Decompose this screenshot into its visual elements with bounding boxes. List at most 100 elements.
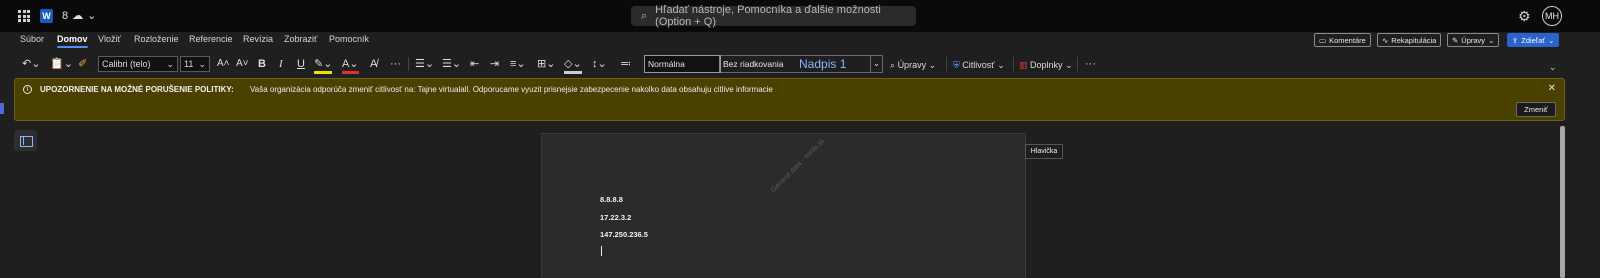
change-sensitivity-button[interactable]: Zmeniť — [1516, 102, 1556, 117]
tab-file[interactable]: Súbor — [20, 34, 44, 44]
underline-icon[interactable]: U — [297, 57, 305, 71]
clear-format-icon[interactable]: A̸ — [370, 57, 377, 71]
ribbon-toolbar: ↶⌄ 📋⌄ ✐ Calibri (telo) ⌄ 11 ⌄ A˄ A˅ B I … — [0, 51, 1600, 76]
chevron-down-icon: ⌄ — [1488, 35, 1495, 45]
sensitivity-button[interactable]: ⛨ Citlivosť ⌄ — [953, 58, 1005, 72]
recap-label: Rekapitulácia — [1391, 35, 1437, 45]
paragraph-mark-icon[interactable]: ≕ — [620, 57, 631, 71]
comment-icon: ▭ — [1319, 35, 1327, 45]
font-size-select[interactable]: 11 ⌄ — [180, 56, 210, 72]
banner-title: UPOZORNENIE NA MOŽNÉ PORUŠENIE POLITIKY: — [40, 85, 234, 94]
bullets-icon[interactable]: ☰⌄ — [415, 57, 434, 71]
separator — [408, 57, 409, 71]
undo-icon[interactable]: ↶⌄ — [22, 57, 40, 71]
title-bar: W 8 ☁ ⌄ ⌕ Hľadať nástroje, Pomocníka a ď… — [0, 0, 1600, 32]
chevron-down-icon: ⌄ — [1548, 35, 1555, 45]
cloud-sync-icon: ☁ — [72, 10, 84, 22]
share-label: Zdieľať — [1521, 35, 1546, 45]
chevron-down-icon: ⌄ — [928, 60, 937, 70]
separator — [1077, 57, 1078, 71]
more-options-icon[interactable]: ··· — [1085, 57, 1096, 71]
borders-icon[interactable]: ⊞⌄ — [537, 57, 555, 71]
watermark: General data - minfo.sk — [770, 137, 827, 194]
navigation-pane-icon[interactable] — [14, 130, 37, 151]
info-icon: i — [23, 85, 32, 94]
find-label: Úpravy — [897, 60, 927, 70]
policy-warning-banner: i UPOZORNENIE NA MOŽNÉ PORUŠENIE POLITIK… — [14, 78, 1565, 121]
share-button[interactable]: ⇪ Zdieľať ⌄ — [1507, 33, 1560, 47]
recap-button[interactable]: ∿ Rekapitulácia — [1377, 33, 1442, 47]
recap-icon: ∿ — [1382, 35, 1389, 45]
addins-button[interactable]: ▥ Doplnky ⌄ — [1019, 58, 1073, 72]
text-cursor — [601, 246, 602, 256]
shading-icon[interactable]: ◇⌄ — [564, 57, 582, 74]
highlight-icon[interactable]: ✎⌄ — [314, 57, 333, 74]
tab-insert[interactable]: Vložiť — [98, 34, 121, 44]
bold-icon[interactable]: B — [258, 57, 266, 71]
italic-icon[interactable]: I — [279, 57, 283, 71]
comments-label: Komentáre — [1329, 35, 1366, 45]
word-logo-icon: W — [40, 9, 53, 23]
chevron-down-icon: ⌄ — [87, 10, 97, 22]
document-name[interactable]: 8 ☁ ⌄ — [62, 9, 97, 23]
shrink-font-icon[interactable]: A˅ — [236, 57, 249, 71]
chevron-down-icon: ⌄ — [198, 59, 206, 69]
font-color-icon[interactable]: A⌄ — [342, 57, 359, 74]
document-page[interactable]: General data - minfo.sk 8.8.8.8 17.22.3.… — [541, 133, 1026, 278]
find-editing-button[interactable]: ⌕ Úpravy ⌄ — [890, 58, 936, 72]
tab-layout[interactable]: Rozloženie — [134, 34, 179, 44]
search-placeholder: Hľadať nástroje, Pomocníka a ďalšie možn… — [655, 4, 881, 28]
search-icon: ⌕ — [890, 60, 896, 70]
style-no-spacing[interactable]: Bez riadkovania — [723, 56, 783, 72]
tab-view[interactable]: Zobraziť — [284, 34, 317, 44]
align-icon[interactable]: ≡⌄ — [510, 57, 526, 71]
document-line: 17.22.3.2 — [600, 213, 632, 222]
tab-help[interactable]: Pomocník — [329, 34, 369, 44]
document-line: 8.8.8.8 — [600, 195, 623, 204]
left-edge-indicator — [0, 103, 4, 114]
pencil-icon: ✎ — [1452, 35, 1459, 45]
header-tooltip: Hlavička — [1025, 144, 1063, 159]
comments-button[interactable]: ▭ Komentáre — [1314, 33, 1371, 47]
more-font-icon[interactable]: ··· — [390, 57, 401, 71]
styles-expand-icon[interactable]: ⌄ — [870, 56, 882, 72]
avatar[interactable]: MH — [1542, 6, 1562, 26]
style-normal[interactable]: Normálna — [644, 55, 721, 73]
chevron-down-icon: ⌄ — [1065, 60, 1073, 70]
addins-label: Doplnky — [1030, 60, 1063, 70]
ribbon-collapse-icon[interactable]: ⌄ — [1549, 62, 1557, 73]
tab-home[interactable]: Domov — [57, 34, 88, 48]
banner-message: Vaša organizácia odporúča zmeniť citlivo… — [250, 85, 773, 94]
separator — [946, 57, 947, 71]
app-launcher-icon[interactable] — [18, 10, 30, 22]
font-name-select[interactable]: Calibri (telo) ⌄ — [98, 56, 178, 72]
numbering-icon[interactable]: ☰⌄ — [442, 57, 461, 71]
style-heading1[interactable]: Nadpis 1 — [799, 56, 846, 72]
editing-mode-button[interactable]: ✎ Úpravy ⌄ — [1447, 33, 1500, 47]
font-name-value: Calibri (telo) — [102, 59, 151, 69]
vertical-scrollbar[interactable] — [1560, 126, 1565, 278]
close-icon[interactable]: ✕ — [1548, 83, 1556, 94]
decrease-indent-icon[interactable]: ⇤ — [470, 57, 479, 71]
gear-icon[interactable]: ⚙ — [1518, 8, 1531, 25]
tab-review[interactable]: Revízia — [243, 34, 273, 44]
styles-gallery: Normálna Bez riadkovania Nadpis 1 ⌄ — [644, 55, 883, 73]
search-icon: ⌕ — [641, 9, 648, 22]
chevron-down-icon: ⌄ — [166, 59, 174, 69]
font-size-value: 11 — [184, 59, 194, 69]
ribbon-tabs: Súbor Domov Vložiť Rozloženie Referencie… — [0, 32, 1600, 50]
document-line: 147.250.236.5 — [600, 230, 648, 239]
addins-icon: ▥ — [1019, 60, 1028, 70]
chevron-down-icon: ⌄ — [997, 60, 1005, 70]
grow-font-icon[interactable]: A˄ — [217, 57, 230, 71]
format-painter-icon[interactable]: ✐ — [78, 57, 87, 71]
separator — [1013, 57, 1014, 71]
increase-indent-icon[interactable]: ⇥ — [490, 57, 499, 71]
line-spacing-icon[interactable]: ↕⌄ — [592, 57, 607, 71]
paste-icon[interactable]: 📋⌄ — [50, 57, 73, 71]
sensitivity-label: Citlivosť — [962, 60, 995, 70]
editing-label: Úpravy — [1461, 35, 1486, 45]
tab-references[interactable]: Referencie — [189, 34, 233, 44]
share-icon: ⇪ — [1512, 35, 1519, 45]
search-box[interactable]: ⌕ Hľadať nástroje, Pomocníka a ďalšie mo… — [631, 4, 916, 28]
